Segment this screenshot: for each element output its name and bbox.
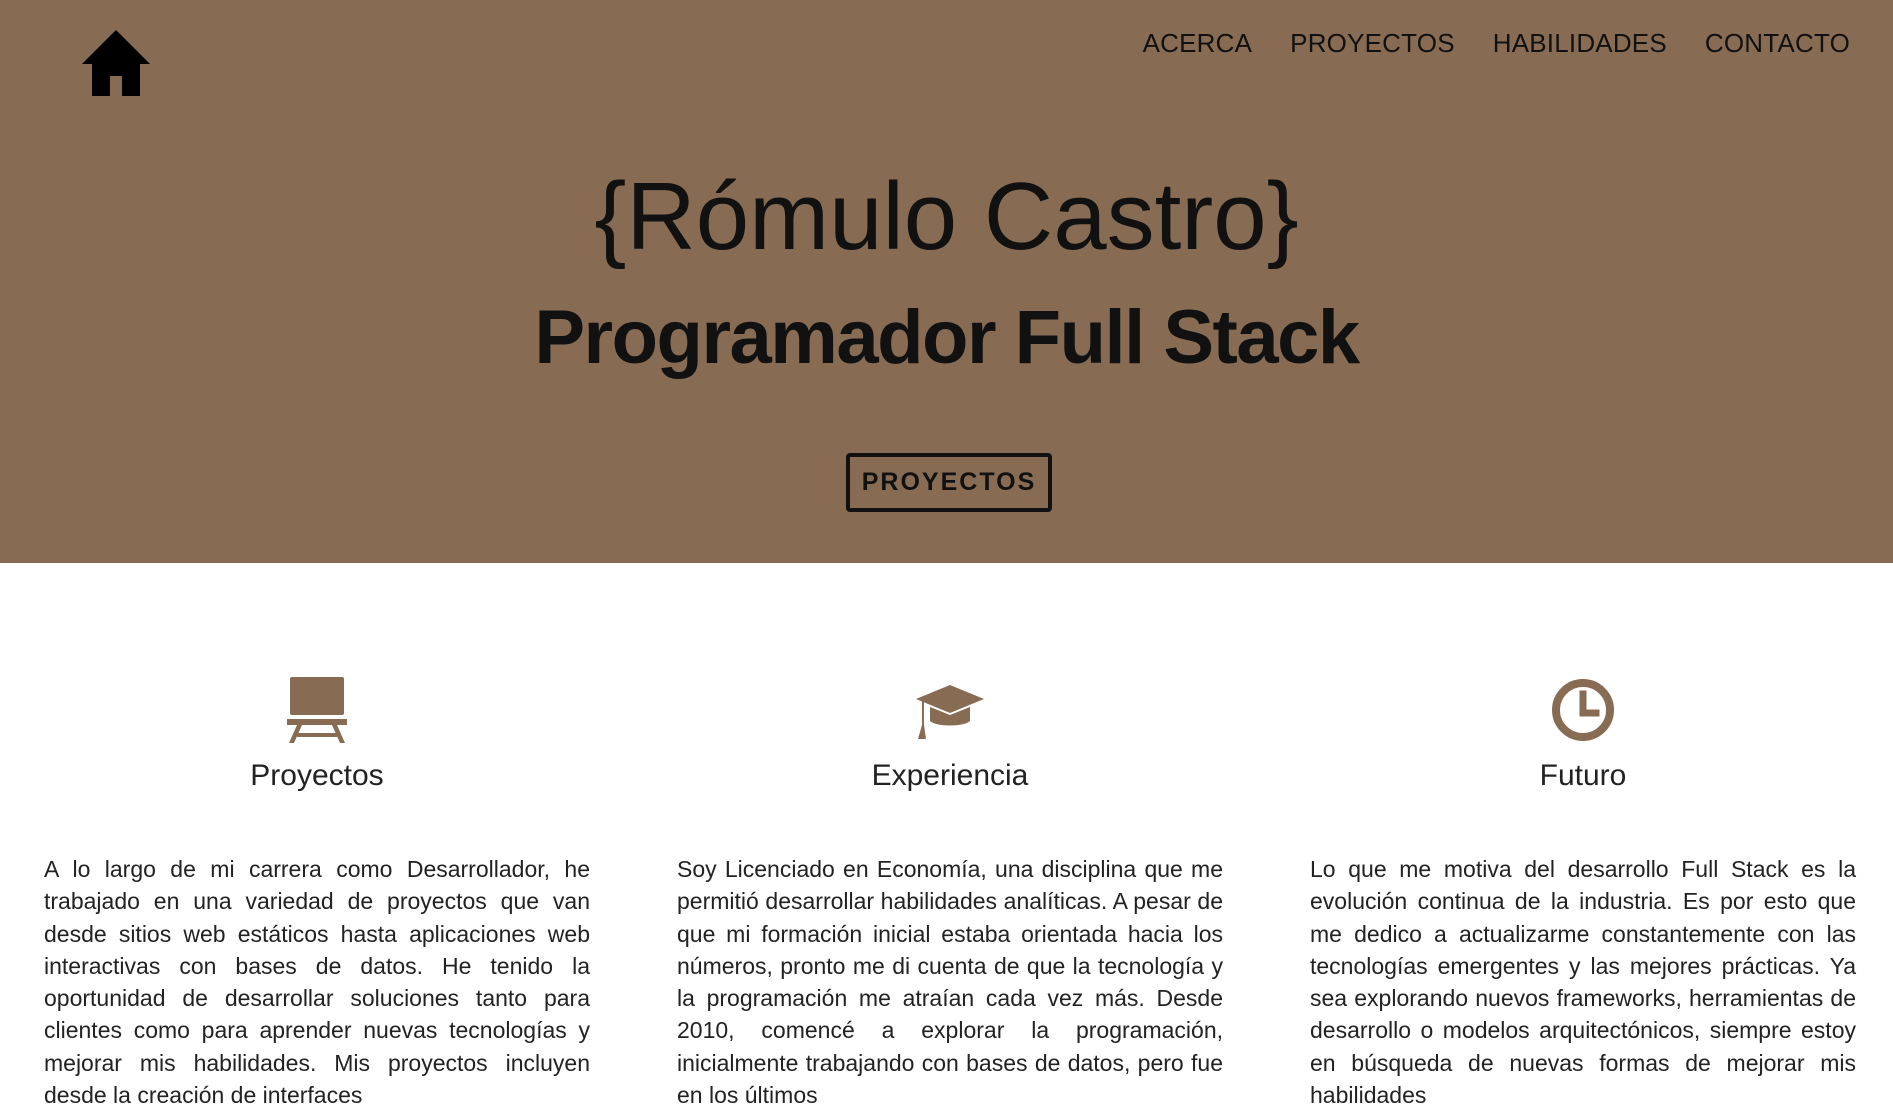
- feature-title: Experiencia: [871, 759, 1029, 792]
- features-section: Proyectos A lo largo de mi carrera como …: [0, 563, 1893, 1108]
- easel-icon: [281, 677, 353, 743]
- clock-icon: [1547, 677, 1619, 743]
- home-icon: [82, 30, 150, 96]
- nav-item-acerca[interactable]: ACERCA: [1143, 26, 1253, 60]
- nav-item-contacto[interactable]: CONTACTO: [1705, 26, 1850, 60]
- hero-section: ACERCA PROYECTOS HABILIDADES CONTACTO {R…: [0, 0, 1893, 563]
- feature-text: Soy Licenciado en Economía, una discipli…: [677, 856, 1223, 1109]
- graduation-cap-icon: [914, 677, 986, 743]
- nav-item-proyectos[interactable]: PROYECTOS: [1290, 26, 1455, 60]
- home-link[interactable]: [80, 28, 152, 98]
- nav-item-habilidades[interactable]: HABILIDADES: [1493, 26, 1667, 60]
- main-nav: ACERCA PROYECTOS HABILIDADES CONTACTO: [1143, 26, 1850, 60]
- feature-text: A lo largo de mi carrera como Desarrolla…: [44, 856, 590, 1109]
- feature-title: Proyectos: [250, 759, 384, 792]
- feature-text: Lo que me motiva del desarrollo Full Sta…: [1310, 856, 1856, 1109]
- feature-title: Futuro: [1539, 759, 1627, 792]
- hero-name: {Rómulo Castro}: [594, 163, 1299, 270]
- hero-role: Programador Full Stack: [534, 295, 1360, 380]
- projects-button[interactable]: PROYECTOS: [846, 453, 1052, 512]
